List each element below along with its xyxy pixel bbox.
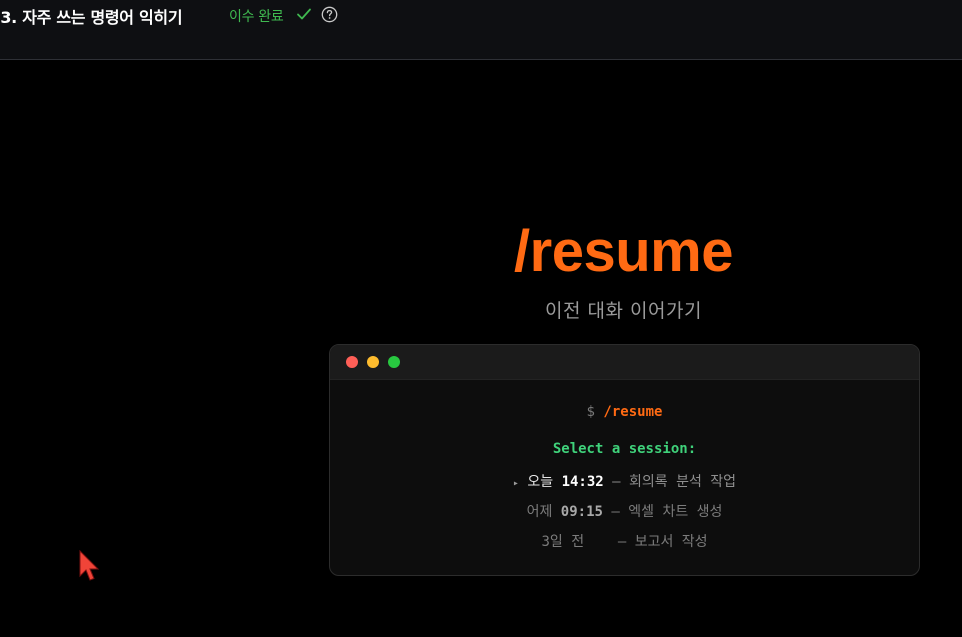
- selected-marker-icon: ▸: [512, 478, 519, 489]
- session-description: 보고서 작성: [634, 534, 708, 550]
- session-time: 09:15: [560, 504, 603, 520]
- mouse-pointer-icon: [79, 550, 100, 581]
- session-description: 엑셀 차트 생성: [628, 504, 723, 520]
- completion-status: 이수 완료: [229, 9, 284, 25]
- terminal-titlebar: [330, 345, 919, 380]
- select-session-prompt: Select a session:: [552, 441, 697, 457]
- prompt-symbol: $: [586, 404, 595, 420]
- session-date: 3일 전: [541, 534, 585, 550]
- command-subtitle: 이전 대화 이어가기: [545, 300, 702, 322]
- command-title: /resume: [514, 219, 733, 284]
- check-icon: [297, 8, 311, 20]
- lesson-header: -3. 자주 쓰는 명령어 익히기 이수 완료: [0, 0, 962, 60]
- session-option-selected[interactable]: ▸ 오늘 14:32 — 회의록 분석 작업: [330, 471, 919, 491]
- session-time: 14:32: [561, 474, 604, 490]
- session-separator: —: [617, 534, 627, 550]
- session-date: 오늘: [527, 474, 554, 490]
- prompt-command: /resume: [603, 404, 663, 420]
- session-date: 어제: [526, 504, 553, 520]
- minimize-window-dot-icon[interactable]: [367, 356, 379, 368]
- help-circle-icon[interactable]: [321, 6, 338, 23]
- terminal-prompt-line: $ /resume: [330, 404, 919, 420]
- maximize-window-dot-icon[interactable]: [388, 356, 400, 368]
- close-window-dot-icon[interactable]: [346, 356, 358, 368]
- session-description: 회의록 분석 작업: [629, 474, 737, 490]
- session-separator: —: [611, 504, 620, 520]
- session-option[interactable]: 3일 전 — 보고서 작성: [330, 531, 919, 551]
- lesson-title: -3. 자주 쓰는 명령어 익히기: [0, 8, 183, 27]
- terminal-window: $ /resume Select a session: ▸ 오늘 14:32 —…: [329, 344, 920, 576]
- session-option[interactable]: 어제 09:15 — 엑셀 차트 생성: [330, 501, 919, 521]
- session-separator: —: [612, 474, 621, 490]
